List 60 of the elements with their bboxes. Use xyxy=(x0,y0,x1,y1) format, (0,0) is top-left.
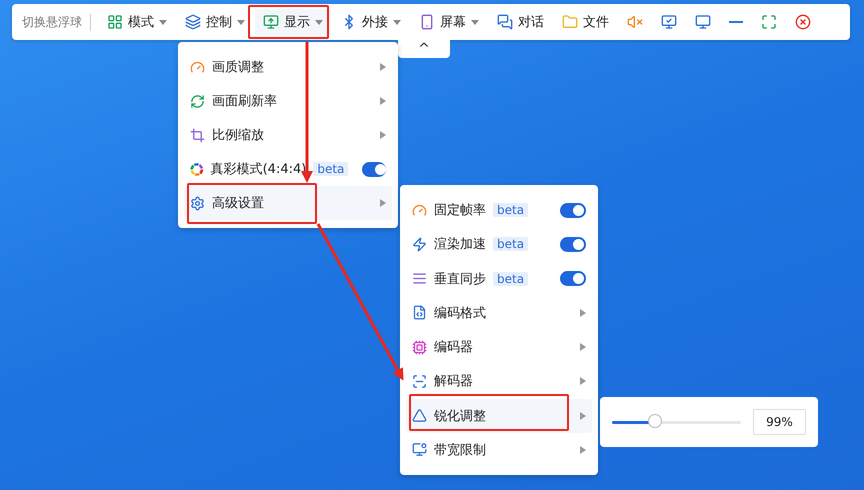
monitor-icon xyxy=(695,14,711,30)
layers-icon xyxy=(185,14,201,30)
menu-item[interactable]: 垂直同步 beta xyxy=(406,262,592,296)
close-icon xyxy=(795,14,811,30)
lightning-icon xyxy=(412,236,427,252)
submenu-arrow-icon xyxy=(580,343,586,352)
submenu-arrow-icon xyxy=(380,131,386,139)
menu-item[interactable]: 高级设置 xyxy=(184,186,392,220)
toggle-switch[interactable] xyxy=(560,202,586,218)
menu-item[interactable]: 编码格式 xyxy=(406,296,592,330)
crop-icon xyxy=(190,128,205,142)
submenu-arrow-icon xyxy=(380,97,386,105)
collapse-tab[interactable]: ^ xyxy=(398,40,450,58)
menu-item[interactable]: 编码器 xyxy=(406,330,592,364)
menu-item[interactable]: 画面刷新率 xyxy=(184,84,392,118)
grid-icon xyxy=(107,14,123,30)
color-ring-icon xyxy=(190,162,204,176)
toggle-switch[interactable] xyxy=(362,162,386,176)
beta-badge: beta xyxy=(493,203,528,218)
menu-item[interactable]: 锐化调整 xyxy=(406,398,592,433)
triangle-icon xyxy=(412,408,427,424)
submenu-arrow-icon xyxy=(580,377,586,386)
toolbar-menu-button[interactable]: 文件 xyxy=(554,9,617,35)
beta-badge: beta xyxy=(313,162,348,176)
menu-item[interactable]: 真彩模式(4:4:4) beta xyxy=(184,152,392,186)
toolbar-title[interactable]: 切换悬浮球 xyxy=(22,14,91,30)
submenu-arrow-icon xyxy=(380,199,386,207)
slider-thumb[interactable] xyxy=(648,414,662,428)
refresh-icon xyxy=(190,94,205,108)
settings-icon xyxy=(190,196,205,210)
code-file-icon xyxy=(412,305,427,320)
value-field[interactable]: 99% xyxy=(753,409,806,435)
toolbar-menu-button[interactable]: 外接 xyxy=(333,9,409,35)
menu-item[interactable]: 画质调整 xyxy=(184,50,392,84)
monitor-icon xyxy=(263,14,279,30)
toolbar-menu-button[interactable]: 控制 xyxy=(177,9,253,35)
toolbar-menu-button[interactable]: 对话 xyxy=(489,9,552,35)
fullscreen-icon xyxy=(761,14,777,30)
minimize-icon xyxy=(729,21,743,23)
menu-item[interactable]: 解码器 xyxy=(406,364,592,398)
submenu-arrow-icon xyxy=(580,308,586,317)
menu-item[interactable]: 固定帧率 beta xyxy=(406,193,592,228)
toolbar-menu-button[interactable]: 模式 xyxy=(99,9,175,35)
speaker-muted-icon xyxy=(627,14,643,30)
toolbar-menu-button[interactable]: 显示 xyxy=(255,9,331,35)
submenu-arrow-icon xyxy=(580,446,586,454)
monitor-check-icon xyxy=(661,14,677,30)
submenu-arrow-icon xyxy=(580,412,586,420)
folder-icon xyxy=(562,14,578,30)
submenu-arrow-icon xyxy=(380,63,386,71)
toggle-switch[interactable] xyxy=(560,236,586,252)
screen-icon xyxy=(419,14,435,30)
menu-item[interactable]: 渲染加速 beta xyxy=(406,227,592,262)
beta-badge: beta xyxy=(493,272,528,286)
toggle-switch[interactable] xyxy=(560,271,586,286)
toolbar-menu-button[interactable]: 屏幕 xyxy=(411,9,487,35)
beta-badge: beta xyxy=(493,237,528,252)
menu-item[interactable]: 比例缩放 xyxy=(184,118,392,152)
menu-item[interactable]: 带宽限制 xyxy=(406,432,592,467)
chat-icon xyxy=(497,14,513,30)
